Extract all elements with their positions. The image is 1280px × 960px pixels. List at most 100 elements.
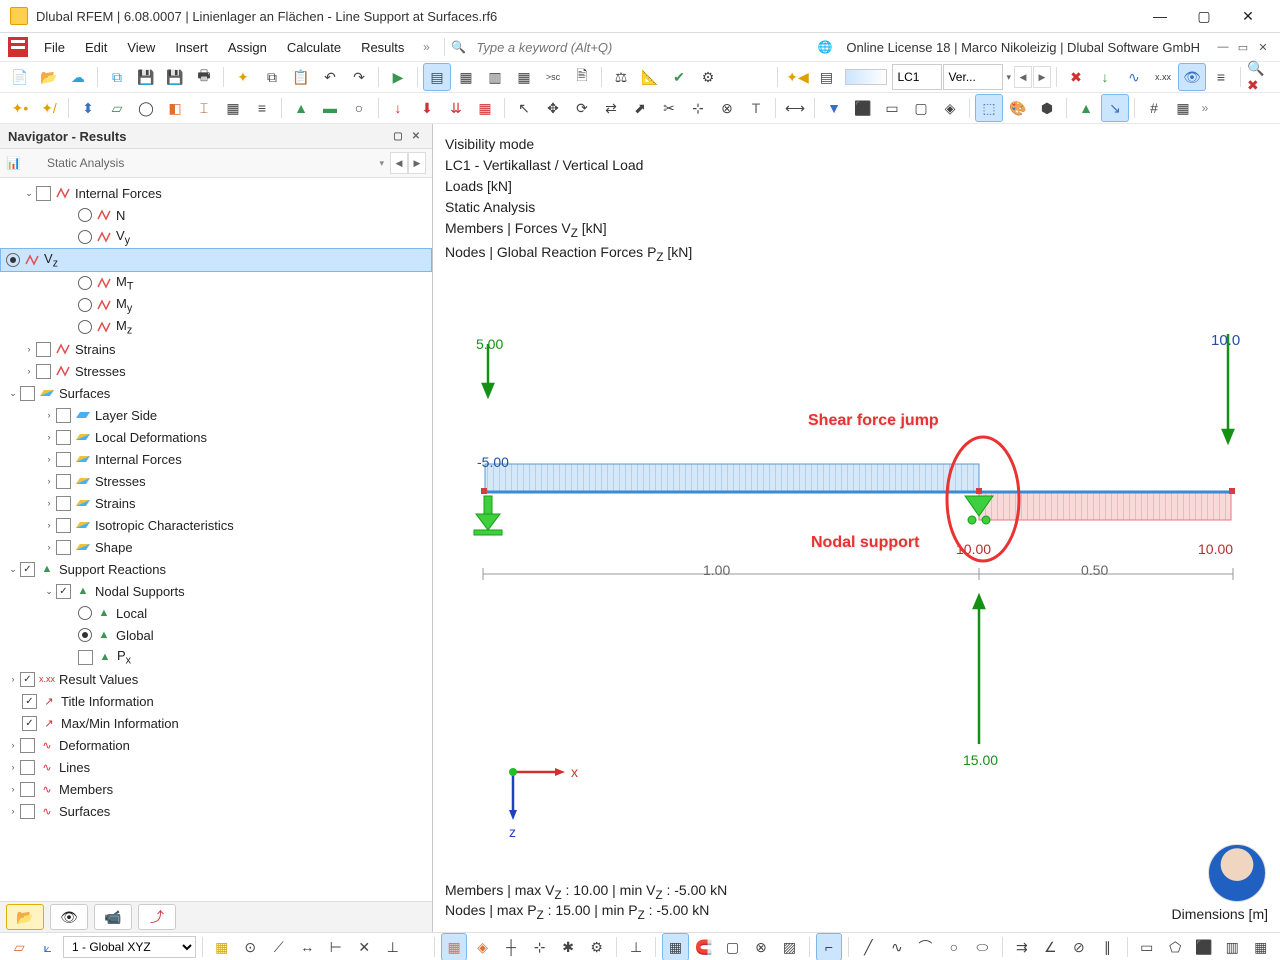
console-button[interactable]: >sc — [539, 63, 567, 91]
tree-surf-stresses[interactable]: Stresses — [95, 474, 146, 489]
rendering-transparent-button[interactable]: ⬢ — [1033, 94, 1061, 122]
visibility-mode-button[interactable]: 👁 — [1178, 63, 1206, 91]
toolbar-overflow-icon[interactable]: » — [1198, 101, 1212, 115]
loads-display-button[interactable]: ↘ — [1101, 94, 1129, 122]
loadcase-list-button[interactable]: ▤ — [812, 63, 840, 91]
tab-display[interactable]: 👁 — [50, 904, 88, 930]
tree-local-deform[interactable]: Local Deformations — [95, 430, 207, 445]
analysis-type-combo[interactable]: Static Analysis — [25, 156, 380, 170]
menu-results[interactable]: Results — [351, 36, 414, 59]
new-thickness-button[interactable]: ≡ — [248, 94, 276, 122]
snap-node-button[interactable]: ⊙ — [237, 933, 264, 960]
tree-strains[interactable]: Strains — [75, 342, 115, 357]
polygon-tool-button[interactable]: ⬠ — [1162, 933, 1189, 960]
tree-surfaces2[interactable]: Surfaces — [59, 804, 110, 819]
tree-global[interactable]: Global — [116, 628, 154, 643]
snap-settings-button[interactable]: ⚙ — [583, 933, 610, 960]
mdi-restore-button[interactable]: ▭ — [1234, 40, 1252, 54]
tab-results[interactable]: ⤴ — [138, 904, 176, 930]
filter-prev-button[interactable]: ◀ — [390, 152, 408, 174]
grid-toggle-button[interactable]: ▦ — [208, 933, 235, 960]
tree-maxmin[interactable]: Max/Min Information — [61, 716, 179, 731]
line-load-button[interactable]: ⬇ — [413, 94, 441, 122]
cloud-button[interactable]: ☁ — [64, 63, 92, 91]
dimension-button[interactable]: ⟷ — [781, 94, 809, 122]
tab-data[interactable]: 📂 — [6, 904, 44, 930]
new-line-button[interactable]: ✦/ — [35, 94, 63, 122]
redo-button[interactable]: ↷ — [345, 63, 373, 91]
osnap-grid-button[interactable]: ▦ — [662, 933, 689, 960]
mirror-button[interactable]: ⇄ — [597, 94, 625, 122]
tangent-tool-button[interactable]: ⊘ — [1066, 933, 1093, 960]
tree-support-reactions[interactable]: Support Reactions — [59, 562, 166, 577]
save-button[interactable]: 💾 — [161, 63, 189, 91]
region-tool-button[interactable]: ▥ — [1219, 933, 1246, 960]
workplane-button[interactable]: ▱ — [6, 933, 33, 960]
new-material-button[interactable]: ▦ — [219, 94, 247, 122]
menu-calculate[interactable]: Calculate — [277, 36, 351, 59]
menu-file[interactable]: File — [34, 36, 75, 59]
grid-snap-button[interactable]: ▦ — [441, 933, 468, 960]
new-opening-button[interactable]: ◯ — [132, 94, 160, 122]
extrude-button[interactable]: ⬈ — [626, 94, 654, 122]
show-results-button[interactable]: ∿ — [1120, 63, 1148, 91]
rendering-solid-button[interactable]: 🎨 — [1004, 94, 1032, 122]
view-iso-button[interactable]: ◈ — [936, 94, 964, 122]
tree-nodal-supports[interactable]: Nodal Supports — [95, 584, 185, 599]
printout-button[interactable]: 🖹 — [568, 63, 596, 91]
tree-result-values[interactable]: Result Values — [59, 672, 138, 687]
tree-mt[interactable]: MT — [116, 274, 133, 293]
polyline-tool-button[interactable]: ∿ — [884, 933, 911, 960]
menu-view[interactable]: View — [117, 36, 165, 59]
ellipse-tool-button[interactable]: ⬭ — [969, 933, 996, 960]
loadcase-prev-button[interactable]: ✦◀ — [783, 63, 811, 91]
units-button[interactable]: ⚖ — [607, 63, 635, 91]
panel-float-button[interactable]: ▢ — [390, 128, 406, 144]
new-solid-button[interactable]: ◧ — [161, 94, 189, 122]
tree-stresses[interactable]: Stresses — [75, 364, 126, 379]
block-manager-button[interactable]: ⧉ — [103, 63, 131, 91]
osnap-target-button[interactable]: ⊗ — [748, 933, 775, 960]
tree-surf-strains[interactable]: Strains — [95, 496, 135, 511]
line-support-button[interactable]: ▬ — [316, 94, 344, 122]
tree-lines[interactable]: Lines — [59, 760, 90, 775]
grid-display-button[interactable]: ▦ — [1169, 94, 1197, 122]
object-snap-button[interactable]: ◈ — [469, 933, 496, 960]
osnap-magnet-button[interactable]: 🧲 — [691, 933, 718, 960]
tab-views[interactable]: 📹 — [94, 904, 132, 930]
menu-assign[interactable]: Assign — [218, 36, 277, 59]
intersect-button[interactable]: ⊗ — [713, 94, 741, 122]
guideline-button[interactable]: ┼ — [498, 933, 525, 960]
new-model-button[interactable]: ✦ — [229, 63, 257, 91]
ortho-button[interactable]: ⊹ — [526, 933, 553, 960]
tree-mz[interactable]: Mz — [116, 318, 132, 337]
search-input[interactable] — [470, 37, 682, 58]
calculate-button[interactable]: ▶ — [384, 63, 412, 91]
tree-isotropic[interactable]: Isotropic Characteristics — [95, 518, 234, 533]
table-toggle[interactable]: ▦ — [452, 63, 480, 91]
nodal-support-button[interactable]: ▲ — [287, 94, 315, 122]
guides-tool-button[interactable]: ▦ — [1248, 933, 1275, 960]
parallel-tool-button[interactable]: ∥ — [1094, 933, 1121, 960]
new-section-button[interactable]: ⌶ — [190, 94, 218, 122]
chevron-down-icon[interactable]: ▾ — [379, 158, 384, 169]
move-button[interactable]: ✥ — [539, 94, 567, 122]
rect-tool-button[interactable]: ▭ — [1134, 933, 1161, 960]
tree-surf-if[interactable]: Internal Forces — [95, 452, 182, 467]
snap-end-button[interactable]: ⊢ — [322, 933, 349, 960]
new-member-button[interactable]: ⬍ — [74, 94, 102, 122]
supports-display-button[interactable]: ▲ — [1072, 94, 1100, 122]
box-tool-button[interactable]: ⬛ — [1191, 933, 1218, 960]
polar-button[interactable]: ✱ — [555, 933, 582, 960]
tree-my[interactable]: My — [116, 296, 132, 315]
connect-button[interactable]: ⊹ — [684, 94, 712, 122]
model-check-button[interactable]: ⚙ — [694, 63, 722, 91]
text-button[interactable]: T — [742, 94, 770, 122]
tree-local[interactable]: Local — [116, 606, 147, 621]
loadcase-combo[interactable] — [892, 64, 942, 90]
snap-intersect-button[interactable]: ✕ — [351, 933, 378, 960]
tree-members[interactable]: Members — [59, 782, 113, 797]
tree-px[interactable]: Px — [117, 648, 131, 667]
results-tree[interactable]: ⌄Internal Forces N Vy Vz MT My Mz ›Strai… — [0, 178, 432, 901]
globe-icon[interactable]: 🌐 — [817, 40, 832, 54]
